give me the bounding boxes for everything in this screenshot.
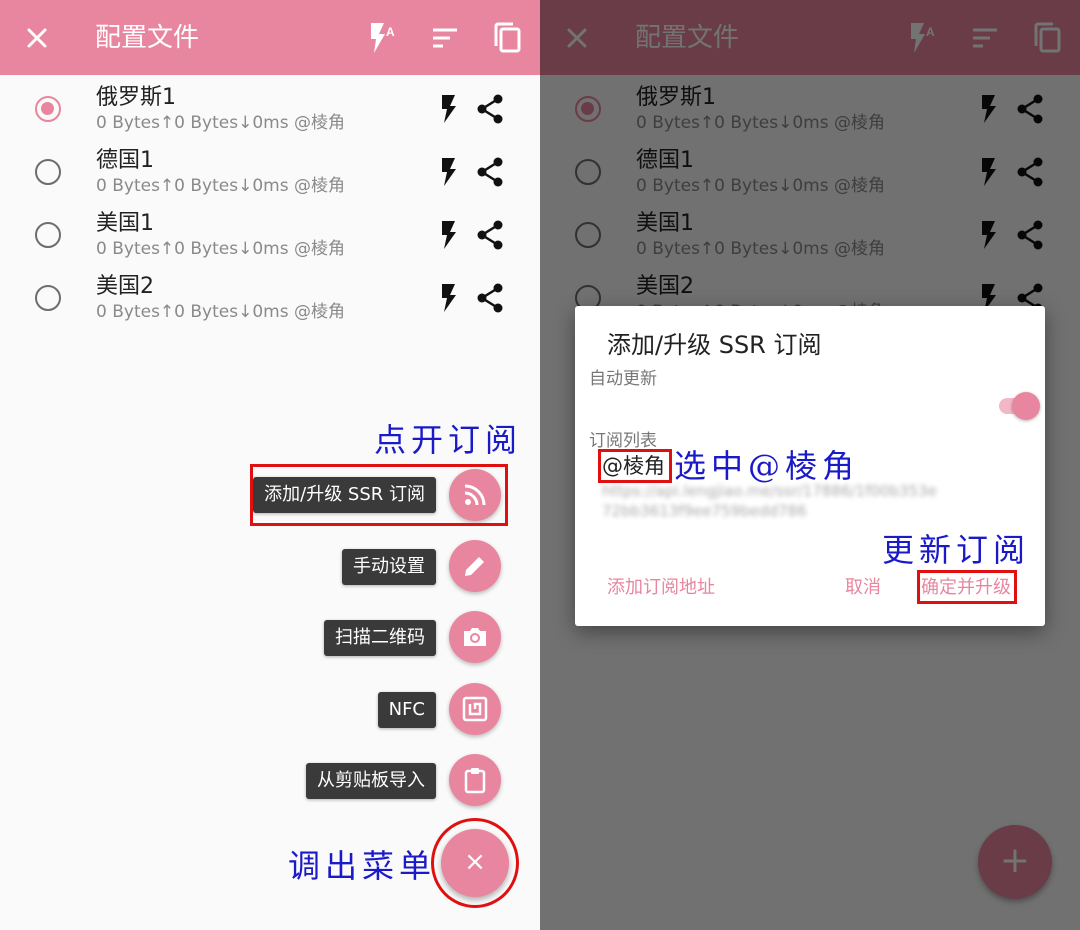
profile-name: 美国1 [96, 211, 154, 236]
profile-row[interactable]: 德国1 0 Bytes↑0 Bytes↓0ms @棱角 [0, 147, 540, 210]
toolbar: 配置文件 A [0, 0, 540, 75]
radio-button[interactable] [35, 159, 61, 185]
profile-stats: 0 Bytes↑0 Bytes↓0ms @棱角 [96, 302, 345, 322]
profile-stats: 0 Bytes↑0 Bytes↓0ms @棱角 [96, 113, 345, 133]
left-screen: 配置文件 A 俄罗斯1 0 Bytes↑0 Bytes↓0ms @棱角 德国1 … [0, 0, 540, 930]
share-icon[interactable] [476, 157, 504, 187]
fab-label-scan-qr[interactable]: 扫描二维码 [324, 620, 436, 656]
svg-text:A: A [386, 25, 395, 39]
fab-label-manual[interactable]: 手动设置 [342, 549, 436, 585]
profile-stats: 0 Bytes↑0 Bytes↓0ms @棱角 [96, 176, 345, 196]
share-icon[interactable] [476, 220, 504, 250]
annotation-update-subscription: 更新订阅 [882, 531, 1031, 569]
profile-stats: 0 Bytes↑0 Bytes↓0ms @棱角 [96, 239, 345, 259]
radio-button[interactable] [35, 222, 61, 248]
flash-icon[interactable] [438, 94, 460, 124]
annotation-open-subscription: 点开订阅 [374, 421, 523, 459]
flash-icon[interactable] [438, 157, 460, 187]
toggle-thumb[interactable] [1012, 392, 1040, 420]
highlight-box-confirm [917, 570, 1017, 604]
clipboard-fab[interactable] [449, 754, 501, 806]
page-title: 配置文件 [95, 23, 200, 53]
annotation-select-tag: 选中@棱角 [674, 447, 860, 485]
profile-row[interactable]: 美国1 0 Bytes↑0 Bytes↓0ms @棱角 [0, 210, 540, 273]
profile-row[interactable]: 俄罗斯1 0 Bytes↑0 Bytes↓0ms @棱角 [0, 84, 540, 147]
scan-qr-fab[interactable] [449, 611, 501, 663]
highlight-box-tag [598, 449, 672, 483]
manual-fab[interactable] [449, 540, 501, 592]
profile-name: 德国1 [96, 148, 154, 173]
share-icon[interactable] [476, 94, 504, 124]
radio-button[interactable] [35, 285, 61, 311]
highlight-circle-menu [431, 818, 519, 908]
nfc-icon [462, 696, 488, 722]
share-icon[interactable] [476, 283, 504, 313]
clipboard-icon [464, 768, 486, 794]
profile-row[interactable]: 美国2 0 Bytes↑0 Bytes↓0ms @棱角 [0, 273, 540, 336]
flash-icon[interactable] [438, 283, 460, 313]
sort-icon[interactable] [427, 20, 463, 56]
fab-label-clipboard[interactable]: 从剪贴板导入 [306, 763, 436, 799]
profile-name: 美国2 [96, 274, 154, 299]
camera-icon [464, 628, 486, 646]
flash-icon[interactable] [438, 220, 460, 250]
subscription-url[interactable]: https://api.lengjiao.me/ssr/17886/1f00b3… [602, 481, 942, 521]
subscription-list-label: 订阅列表 [589, 431, 657, 451]
nfc-fab[interactable] [449, 683, 501, 735]
auto-update-label: 自动更新 [589, 369, 657, 389]
highlight-box-subscribe [250, 464, 508, 526]
pencil-icon [465, 557, 484, 576]
profile-name: 俄罗斯1 [96, 85, 176, 110]
add-url-button[interactable]: 添加订阅地址 [607, 574, 715, 602]
flash-auto-icon[interactable]: A [364, 20, 400, 56]
fab-label-nfc[interactable]: NFC [377, 692, 436, 728]
copy-icon[interactable] [490, 20, 526, 56]
annotation-open-menu: 调出菜单 [288, 847, 437, 885]
radio-button[interactable] [35, 96, 61, 122]
dialog-title: 添加/升级 SSR 订阅 [607, 331, 822, 359]
close-icon[interactable] [22, 23, 52, 53]
cancel-button[interactable]: 取消 [845, 574, 881, 602]
right-screen: 配置文件 A 俄罗斯1 0 Bytes↑0 Bytes↓0ms @棱角 德国1 … [540, 0, 1080, 930]
